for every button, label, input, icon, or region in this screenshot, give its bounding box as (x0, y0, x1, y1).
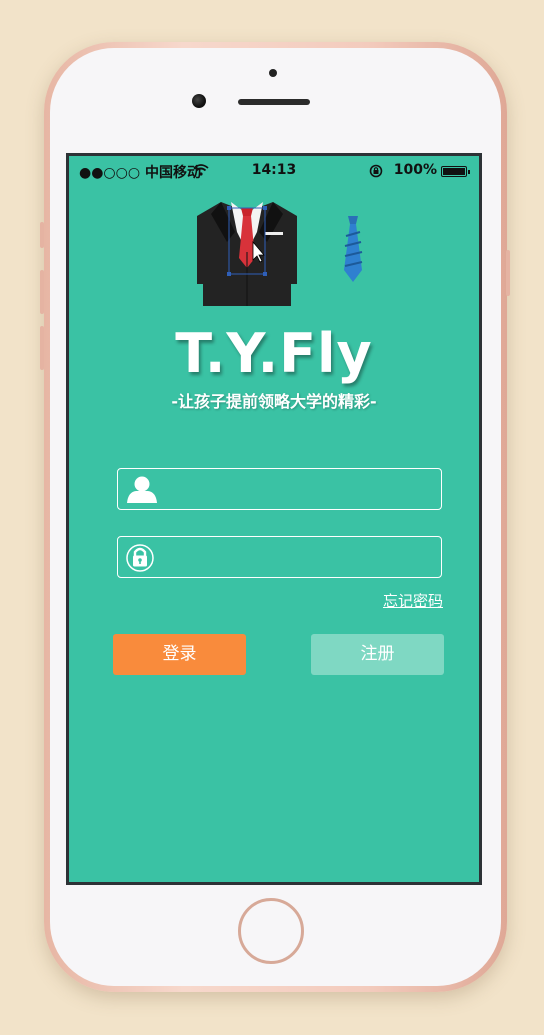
password-field[interactable] (117, 536, 442, 578)
login-button[interactable]: 登录 (113, 634, 246, 675)
proximity-sensor (269, 69, 277, 77)
earpiece-speaker (238, 99, 310, 105)
front-camera (192, 94, 206, 108)
username-field[interactable] (117, 468, 442, 510)
volume-down-button (40, 326, 44, 370)
app-screen: ●●○○○ 中国移动 14:13 100% T.Y.Fly -让孩子提前领略大学… (66, 153, 482, 885)
app-subtitle: -让孩子提前领略大学的精彩- (171, 392, 377, 411)
rotation-lock-icon (369, 164, 383, 178)
mute-switch (40, 222, 44, 248)
register-button[interactable]: 注册 (311, 634, 444, 675)
user-icon (127, 476, 157, 503)
battery-percent: 100% (393, 162, 437, 178)
username-input[interactable] (166, 475, 430, 505)
suit-illustration (197, 202, 297, 306)
status-bar: ●●○○○ 中国移动 14:13 100% (69, 156, 479, 186)
forgot-password-link[interactable]: 忘记密码 (383, 590, 443, 611)
app-title: T.Y.Fly (175, 322, 373, 385)
volume-up-button (40, 270, 44, 314)
power-button (506, 250, 510, 296)
password-input[interactable] (166, 543, 430, 573)
home-button[interactable] (238, 898, 304, 964)
battery-icon (441, 166, 470, 177)
tie-icon (344, 216, 363, 282)
lock-icon (126, 544, 154, 572)
